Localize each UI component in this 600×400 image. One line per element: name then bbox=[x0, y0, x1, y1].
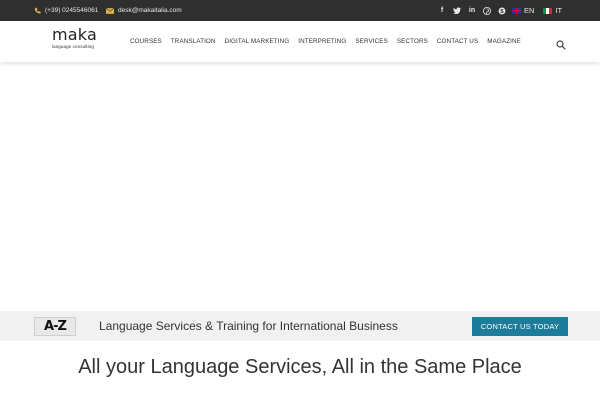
phone-contact[interactable]: (+39) 0245546061 bbox=[34, 0, 98, 21]
pinterest-icon[interactable] bbox=[483, 6, 491, 15]
nav-item-translation[interactable]: TRANSLATION bbox=[171, 38, 216, 45]
main-header: maka language consulting COURSES TRANSLA… bbox=[0, 21, 600, 62]
band-tagline: Language Services & Training for Interna… bbox=[99, 319, 398, 333]
social-links: f in S bbox=[438, 0, 506, 21]
nav-item-digital-marketing[interactable]: DIGITAL MARKETING bbox=[225, 38, 290, 45]
skype-icon[interactable]: S bbox=[498, 6, 506, 15]
language-it[interactable]: IT bbox=[543, 6, 562, 15]
nav-item-sectors[interactable]: SECTORS bbox=[397, 38, 428, 45]
italy-flag-icon bbox=[543, 7, 553, 14]
nav-item-contact-us[interactable]: CONTACT US bbox=[437, 38, 478, 45]
envelope-icon bbox=[106, 7, 114, 14]
svg-text:S: S bbox=[500, 8, 504, 14]
nav-item-services[interactable]: SERVICES bbox=[355, 38, 388, 45]
az-logo: A-Z bbox=[34, 317, 76, 336]
contact-us-today-button[interactable]: CONTACT US TODAY bbox=[472, 317, 568, 336]
phone-icon bbox=[34, 7, 41, 14]
facebook-icon[interactable]: f bbox=[438, 6, 446, 15]
logo-subtitle: language consulting bbox=[52, 44, 94, 49]
nav-item-courses[interactable]: COURSES bbox=[130, 38, 162, 45]
linkedin-icon[interactable]: in bbox=[468, 6, 476, 15]
search-icon[interactable] bbox=[556, 37, 566, 50]
hero-area bbox=[0, 62, 600, 311]
logo-wordmark: maka bbox=[52, 25, 97, 44]
phone-number[interactable]: (+39) 0245546061 bbox=[45, 7, 98, 14]
main-nav: COURSES TRANSLATION DIGITAL MARKETING IN… bbox=[130, 21, 530, 62]
top-bar: (+39) 0245546061 desk@makaitalia.com f i… bbox=[0, 0, 600, 21]
language-switcher: EN IT bbox=[512, 0, 562, 21]
language-en[interactable]: EN bbox=[512, 6, 534, 15]
nav-item-magazine[interactable]: MAGAZINE bbox=[487, 38, 521, 45]
uk-flag-icon bbox=[512, 7, 521, 14]
language-it-label[interactable]: IT bbox=[555, 6, 562, 15]
twitter-icon[interactable] bbox=[453, 6, 461, 15]
email-contact[interactable]: desk@makaitalia.com bbox=[106, 0, 182, 21]
nav-item-interpreting[interactable]: INTERPRETING bbox=[298, 38, 346, 45]
page-headline: All your Language Services, All in the S… bbox=[78, 356, 522, 378]
site-logo[interactable]: maka language consulting bbox=[52, 25, 97, 50]
email-address[interactable]: desk@makaitalia.com bbox=[118, 7, 182, 14]
language-en-label[interactable]: EN bbox=[524, 6, 534, 15]
